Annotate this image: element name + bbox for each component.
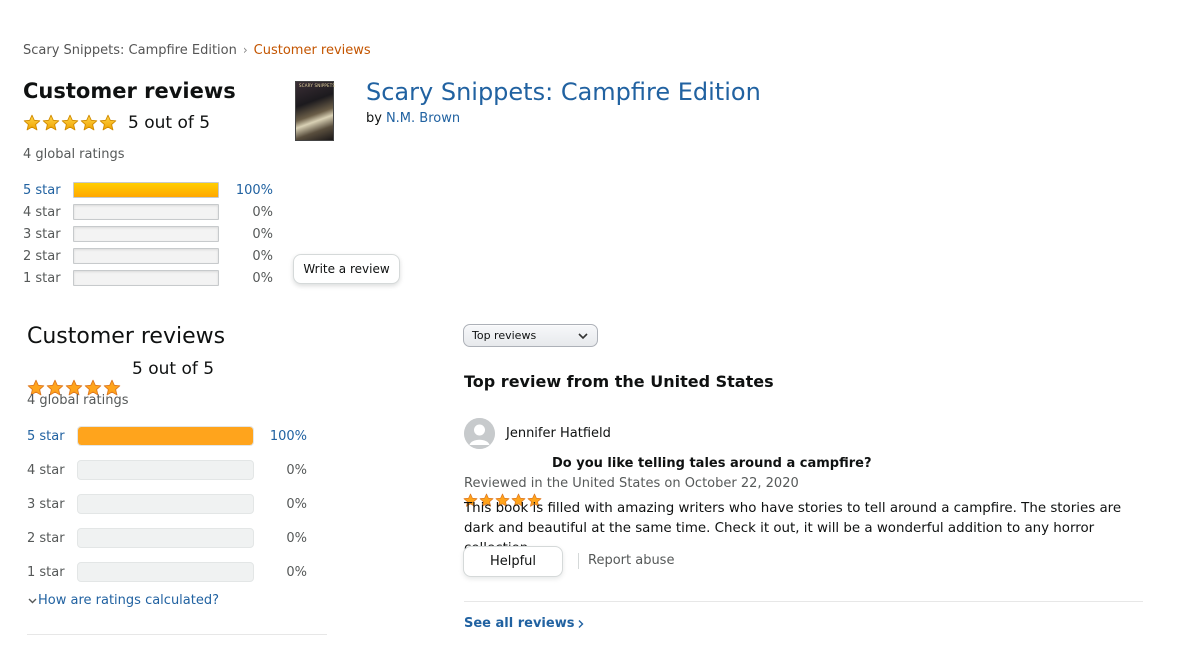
star-icon [61, 114, 79, 131]
average-rating-text-secondary: 5 out of 5 [132, 359, 215, 379]
divider [464, 601, 1143, 602]
helpful-button[interactable]: Helpful [463, 546, 563, 577]
histogram-bar [77, 494, 254, 514]
histogram-row-3-star: 3 star 0% [27, 494, 307, 514]
breadcrumb-current: Customer reviews [253, 43, 371, 58]
histogram-row-5-star[interactable]: 5 star 100% [27, 426, 307, 446]
chevron-down-icon [578, 332, 588, 339]
histogram-label: 4 star [23, 204, 61, 220]
histogram-bar [73, 270, 219, 286]
divider [27, 634, 327, 635]
histogram-percent: 0% [286, 496, 307, 512]
histogram-row-4-star: 4 star 0% [27, 460, 307, 480]
histogram-row-2-star: 2 star 0% [23, 248, 273, 264]
histogram-percent: 0% [252, 226, 273, 242]
histogram-label: 2 star [27, 530, 65, 546]
histogram-label: 1 star [27, 564, 65, 580]
global-ratings-count-secondary: 4 global ratings [27, 393, 129, 408]
review-date: Reviewed in the United States on October… [464, 476, 799, 491]
histogram-label[interactable]: 5 star [23, 183, 73, 198]
histogram-bar [73, 248, 219, 264]
customer-reviews-heading: Customer reviews [23, 79, 236, 103]
book-cover-image[interactable]: SCARY SNIPPETS [295, 81, 336, 141]
histogram-bar[interactable] [73, 182, 219, 198]
product-title-link[interactable]: Scary Snippets: Campfire Edition [366, 78, 761, 106]
write-review-button[interactable]: Write a review [293, 254, 400, 284]
histogram-bar [73, 204, 219, 220]
histogram-bar [77, 460, 254, 480]
divider [578, 553, 579, 569]
breadcrumb-product-link[interactable]: Scary Snippets: Campfire Edition [23, 43, 237, 58]
histogram-bar [77, 528, 254, 548]
histogram-percent: 0% [252, 204, 273, 220]
byline-label: by [366, 111, 382, 126]
histogram-bar[interactable] [77, 426, 254, 446]
see-all-reviews-label[interactable]: See all reviews [464, 616, 574, 631]
histogram-row-2-star: 2 star 0% [27, 528, 307, 548]
report-abuse-link[interactable]: Report abuse [588, 553, 674, 568]
histogram-percent[interactable]: 100% [254, 429, 307, 444]
histogram-label: 3 star [23, 226, 61, 242]
histogram-row-3-star: 3 star 0% [23, 226, 273, 242]
histogram-row-1-star: 1 star 0% [23, 270, 273, 286]
book-cover-text: SCARY SNIPPETS [299, 83, 336, 88]
customer-reviews-heading-secondary: Customer reviews [27, 324, 226, 349]
how-ratings-calculated-link[interactable]: How are ratings calculated? [27, 593, 219, 608]
histogram-bar [73, 226, 219, 242]
sort-reviews-dropdown[interactable]: Top reviews [463, 324, 598, 347]
review-body: This book is filled with amazing writers… [464, 501, 1122, 556]
reviewer-name[interactable]: Jennifer Hatfield [506, 426, 611, 441]
histogram-label[interactable]: 5 star [27, 429, 77, 444]
histogram-percent[interactable]: 100% [219, 183, 273, 198]
star-icon [99, 114, 117, 131]
star-icon [42, 114, 60, 131]
histogram-row-4-star: 4 star 0% [23, 204, 273, 220]
global-ratings-count: 4 global ratings [23, 147, 125, 162]
breadcrumb-separator-icon: › [242, 43, 248, 57]
star-icon [23, 114, 41, 131]
product-byline: by N.M. Brown [366, 111, 460, 126]
chevron-down-icon [28, 598, 37, 603]
avatar-icon [464, 418, 495, 449]
histogram-label: 1 star [23, 270, 61, 286]
histogram-percent: 0% [252, 270, 273, 286]
top-review-heading: Top review from the United States [464, 372, 774, 391]
histogram-row-1-star: 1 star 0% [27, 562, 307, 582]
how-ratings-calculated-label[interactable]: How are ratings calculated? [38, 593, 219, 608]
histogram-percent: 0% [286, 564, 307, 580]
breadcrumb: Scary Snippets: Campfire Edition › Custome… [23, 43, 371, 58]
average-rating-text: 5 out of 5 [128, 113, 211, 133]
histogram-percent: 0% [286, 530, 307, 546]
person-silhouette-icon [464, 418, 495, 449]
author-link[interactable]: N.M. Brown [386, 111, 460, 126]
chevron-right-icon [578, 619, 584, 628]
histogram-row-5-star[interactable]: 5 star 100% [23, 182, 273, 198]
histogram-percent: 0% [286, 462, 307, 478]
histogram-label: 2 star [23, 248, 61, 264]
histogram-label: 3 star [27, 496, 65, 512]
star-icon [80, 114, 98, 131]
histogram-label: 4 star [27, 462, 65, 478]
histogram-bar [77, 562, 254, 582]
average-rating-stars[interactable] [23, 114, 118, 133]
sort-selected-value: Top reviews [472, 329, 537, 342]
histogram-bar-fill [78, 427, 253, 445]
histogram-percent: 0% [252, 248, 273, 264]
review-title[interactable]: Do you like telling tales around a campf… [552, 456, 871, 471]
histogram-bar-fill [74, 183, 218, 197]
see-all-reviews-link[interactable]: See all reviews [464, 616, 585, 631]
